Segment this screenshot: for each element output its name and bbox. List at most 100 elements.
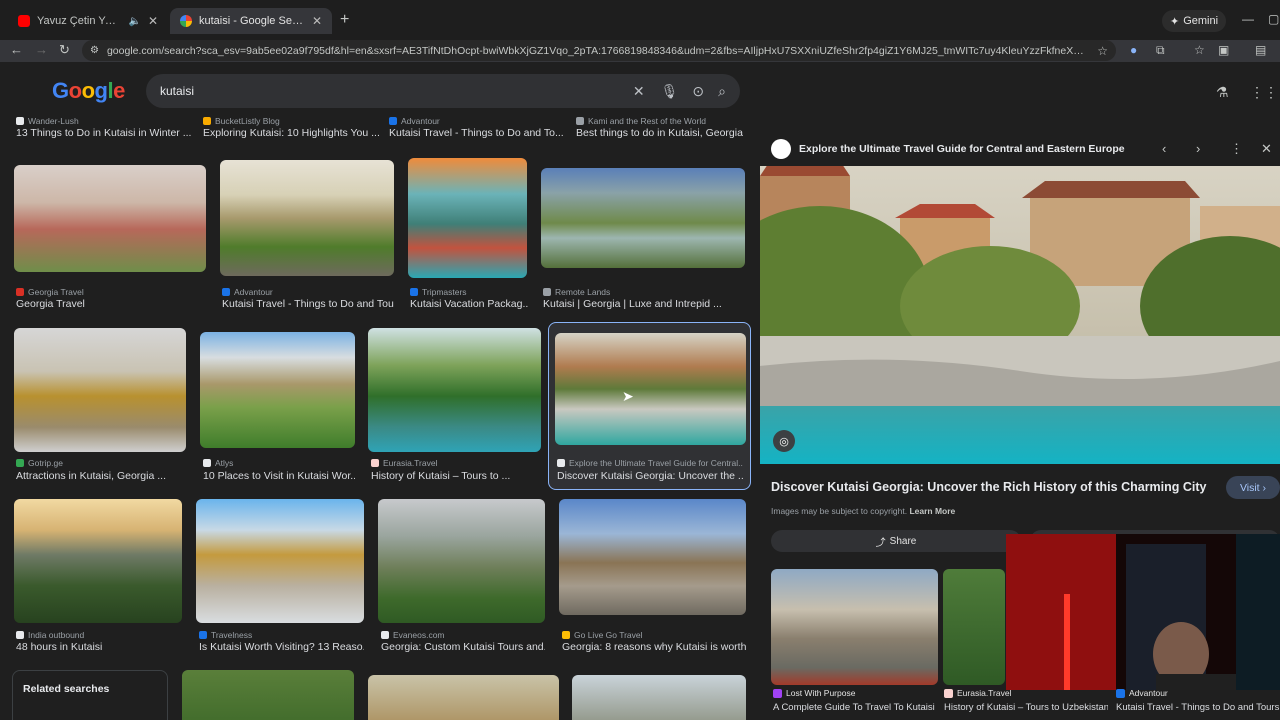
result-thumbnail[interactable] xyxy=(408,158,527,278)
result-title[interactable]: Attractions in Kutaisi, Georgia ... xyxy=(16,470,186,482)
sparkle-icon: ✦ xyxy=(1170,15,1180,28)
close-preview-icon[interactable]: ✕ xyxy=(1261,141,1272,157)
result-source: Kami and the Rest of the World xyxy=(576,116,706,126)
result-title[interactable]: Discover Kutaisi Georgia: Uncover the ..… xyxy=(557,470,743,482)
result-title[interactable]: Kutaisi Vacation Packag... xyxy=(410,298,528,310)
result-source: Advantour xyxy=(389,116,440,126)
result-source: Gotrip.ge xyxy=(16,458,63,468)
related-image-thumbnail[interactable] xyxy=(943,569,1005,685)
result-title[interactable]: Georgia Travel xyxy=(16,298,196,310)
previous-icon[interactable]: ‹ xyxy=(1162,141,1166,156)
preview-image[interactable] xyxy=(760,166,1280,464)
back-icon[interactable]: ← xyxy=(10,42,23,57)
result-thumbnail[interactable] xyxy=(541,168,745,268)
copyright-notice: Images may be subject to copyright. Lear… xyxy=(771,506,955,516)
result-thumbnail[interactable] xyxy=(572,675,746,720)
forward-icon[interactable]: → xyxy=(35,42,48,57)
search-box: ✕ 🎙 ⊙ ⌕ xyxy=(146,74,740,108)
clear-icon[interactable]: ✕ xyxy=(633,83,645,100)
browser-toolbar: ← → ↻ ⚙ google.com/search?sca_esv=9ab5ee… xyxy=(0,40,1280,62)
new-tab-icon[interactable]: + xyxy=(340,11,349,29)
related-title[interactable]: History of Kutaisi – Tours to Uzbekistan xyxy=(944,702,1108,713)
result-thumbnail[interactable] xyxy=(182,670,354,720)
related-title[interactable]: A Complete Guide To Travel To Kutaisi xyxy=(773,702,937,713)
next-icon[interactable]: › xyxy=(1196,141,1200,156)
related-title[interactable]: Kutaisi Travel - Things to Do and Tours xyxy=(1116,702,1280,713)
result-title[interactable]: 10 Places to Visit in Kutaisi Wor... xyxy=(203,470,355,482)
result-title[interactable]: 48 hours in Kutaisi xyxy=(16,641,182,653)
result-title[interactable]: History of Kutaisi – Tours to ... xyxy=(371,470,541,482)
preview-site-name: Explore the Ultimate Travel Guide for Ce… xyxy=(799,143,1125,155)
reload-icon[interactable]: ↻ xyxy=(59,42,70,58)
result-thumbnail[interactable] xyxy=(14,165,206,272)
result-thumbnail[interactable] xyxy=(368,675,559,720)
result-source: Wander-Lush xyxy=(16,116,79,126)
result-title[interactable]: Georgia: 8 reasons why Kutaisi is worth.… xyxy=(562,641,746,653)
tab-search-icon[interactable]: ▣ xyxy=(1218,43,1229,57)
more-options-icon[interactable]: ⋮ xyxy=(1230,141,1243,157)
mouse-cursor-icon: ➤ xyxy=(622,388,634,404)
related-source: Lost With Purpose xyxy=(773,688,855,698)
result-thumbnail[interactable] xyxy=(14,328,186,452)
related-image-thumbnail[interactable] xyxy=(771,569,938,685)
bookmark-star-icon[interactable]: ☆ xyxy=(1097,44,1108,58)
extensions-puzzle-icon[interactable]: ⧉ xyxy=(1156,43,1165,58)
microphone-icon[interactable]: 🎙 xyxy=(661,83,679,100)
site-info-icon[interactable]: ⚙ xyxy=(90,45,99,56)
lens-search-icon[interactable]: ◎ xyxy=(773,430,795,452)
preview-header[interactable]: Explore the Ultimate Travel Guide for Ce… xyxy=(771,139,1125,159)
result-title[interactable]: 13 Things to Do in Kutaisi in Winter ... xyxy=(16,127,196,139)
address-bar[interactable]: ⚙ google.com/search?sca_esv=9ab5ee02a9f7… xyxy=(82,40,1116,61)
site-favicon-icon xyxy=(771,139,791,159)
side-panel-icon[interactable]: ▤ xyxy=(1255,43,1266,57)
result-thumbnail[interactable] xyxy=(196,499,364,623)
result-title[interactable]: Kutaisi | Georgia | Luxe and Intrepid ..… xyxy=(543,298,733,310)
search-input[interactable] xyxy=(160,84,619,98)
extension-icon[interactable]: ● xyxy=(1130,43,1137,57)
visit-label: Visit xyxy=(1239,481,1260,494)
copyright-text: Images may be subject to copyright. xyxy=(771,506,908,516)
result-source: Explore the Ultimate Travel Guide for Ce… xyxy=(557,458,743,468)
tab-google-search[interactable]: kutaisi - Google Search ✕ xyxy=(170,8,332,34)
tab-label: Yavuz Çetin Yasamak İsteme xyxy=(37,15,121,27)
gemini-button[interactable]: ✦ Gemini xyxy=(1162,10,1227,32)
result-title[interactable]: Kutaisi Travel - Things to Do and To... xyxy=(389,127,565,139)
close-tab-icon[interactable]: ✕ xyxy=(148,14,158,28)
result-thumbnail[interactable] xyxy=(555,333,746,445)
result-source: Atlys xyxy=(203,458,233,468)
related-source: Eurasia.Travel xyxy=(944,688,1011,698)
google-logo[interactable]: Google xyxy=(52,78,125,104)
result-source: Eurasia.Travel xyxy=(371,458,437,468)
apps-grid-icon[interactable]: ⋮⋮ xyxy=(1250,84,1278,101)
related-searches-card[interactable]: Related searches xyxy=(12,670,168,720)
result-thumbnail[interactable] xyxy=(220,160,394,276)
learn-more-link[interactable]: Learn More xyxy=(909,506,955,516)
preview-title[interactable]: Discover Kutaisi Georgia: Uncover the Ri… xyxy=(771,480,1207,494)
lens-icon[interactable]: ⊙ xyxy=(692,83,704,100)
result-thumbnail[interactable] xyxy=(559,499,746,615)
visit-button[interactable]: Visit › xyxy=(1226,476,1280,499)
tab-youtube[interactable]: Yavuz Çetin Yasamak İsteme 🔈 ✕ xyxy=(8,8,168,34)
result-thumbnail[interactable] xyxy=(200,332,355,448)
close-tab-icon[interactable]: ✕ xyxy=(312,14,322,28)
result-title[interactable]: Kutaisi Travel - Things to Do and Tou... xyxy=(222,298,394,310)
maximize-icon[interactable]: ▢ xyxy=(1268,12,1279,26)
result-title[interactable]: Is Kutaisi Worth Visiting? 13 Reaso... xyxy=(199,641,364,653)
result-title[interactable]: Georgia: Custom Kutaisi Tours and... xyxy=(381,641,545,653)
result-title[interactable]: Exploring Kutaisi: 10 Highlights You ... xyxy=(203,127,383,139)
labs-flask-icon[interactable]: ⚗ xyxy=(1216,84,1229,101)
related-source: Advantour xyxy=(1116,688,1168,698)
tab-label: kutaisi - Google Search xyxy=(199,15,305,27)
share-button[interactable]: ⤴ Share xyxy=(771,530,1021,552)
bookmarks-icon[interactable]: ☆ xyxy=(1194,43,1205,57)
result-source: Remote Lands xyxy=(543,287,610,297)
result-thumbnail[interactable] xyxy=(368,328,541,452)
minimize-icon[interactable]: — xyxy=(1242,12,1254,26)
search-icon[interactable]: ⌕ xyxy=(718,83,726,100)
result-thumbnail[interactable] xyxy=(378,499,545,623)
result-title[interactable]: Best things to do in Kutaisi, Georgia xyxy=(576,127,746,139)
google-favicon-icon xyxy=(180,15,192,27)
speaker-icon[interactable]: 🔈 xyxy=(128,16,140,27)
result-thumbnail[interactable] xyxy=(14,499,182,623)
result-source: India outbound xyxy=(16,630,84,640)
